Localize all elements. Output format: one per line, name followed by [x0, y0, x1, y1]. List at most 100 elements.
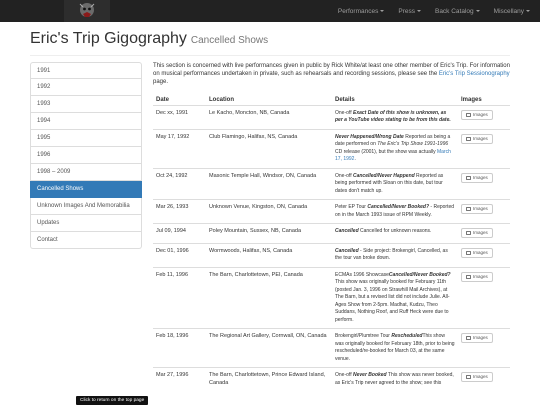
date-cell: Mar 26, 1993 [153, 199, 206, 224]
picture-icon [466, 112, 471, 117]
table-row: Mar 26, 1993 Unknown Venue, Kingston, ON,… [153, 199, 510, 224]
table-row: Dec xx, 1991 Le Kacho, Moncton, NB, Canad… [153, 104, 510, 129]
images-button[interactable]: Images [461, 109, 493, 120]
details-text: Cancelled [335, 228, 359, 234]
menu-label: Back Catalog [434, 7, 474, 15]
caret-down-icon [526, 10, 530, 12]
intro-paragraph: This section is concerned with live perf… [153, 62, 510, 86]
images-button[interactable]: Images [461, 247, 493, 258]
details-text: One-off [335, 109, 353, 116]
details-cell: Peter EP Tour Cancelled/Never Booked? - … [332, 199, 458, 224]
images-cell: Images [458, 223, 510, 243]
miscellany-menu[interactable]: Miscellany [494, 8, 530, 15]
menu-label: Press [398, 7, 415, 15]
date-cell: Feb 11, 1996 [153, 266, 206, 329]
menu-label: Miscellany [493, 7, 524, 15]
images-cell: Images [458, 128, 510, 168]
images-button-label: Images [473, 374, 488, 380]
images-button[interactable]: Images [461, 333, 493, 343]
press-menu[interactable]: Press [398, 8, 421, 15]
location-cell: Wormwoods, Halifax, NS, Canada [206, 242, 332, 267]
picture-icon [466, 375, 471, 379]
date-header: Date [153, 93, 206, 106]
back-catalog-menu[interactable]: Back Catalog [435, 8, 480, 15]
images-button[interactable]: Images [461, 228, 493, 238]
sidebar-item[interactable]: 1993 [30, 96, 142, 113]
picture-icon [466, 136, 471, 141]
date-cell: Dec 01, 1996 [153, 242, 206, 267]
images-cell: Images [458, 242, 510, 267]
date-cell: May 17, 1992 [153, 128, 206, 168]
location-cell: The Barn, Charlottetown, Prince Edward I… [206, 367, 332, 391]
band-logo[interactable] [64, 0, 110, 22]
images-header: Images [458, 93, 510, 106]
table-row: Feb 11, 1996 The Barn, Charlottetown, PEI… [153, 266, 510, 329]
details-text: Cancelled [335, 247, 359, 254]
location-cell: The Barn, Charlottetown, PEI, Canada [206, 266, 332, 329]
picture-icon [466, 336, 471, 340]
table-row: Dec 01, 1996 Wormwoods, Halifax, NS, Cana… [153, 242, 510, 267]
details-cell: One-off Cancelled/Never Happend Reported… [332, 167, 458, 200]
sidebar-nav: 1991 1992 1993 1994 1995 1996 1998 – 2009 Cance… [30, 62, 142, 249]
details-text: Never Happened/Wrong Date [335, 133, 404, 140]
picture-icon [466, 175, 471, 180]
main-content: This section is concerned with live perf… [153, 62, 510, 391]
images-button-label: Images [473, 135, 488, 141]
images-cell: Images [458, 199, 510, 224]
page-header: Eric's Trip Gigography Cancelled Shows [30, 30, 510, 56]
sidebar-item[interactable]: 1996 [30, 147, 142, 164]
sidebar-item[interactable]: 1994 [30, 113, 142, 130]
sidebar-item[interactable]: 1995 [30, 130, 142, 147]
location-cell: Club Flamingo, Halifax, NS, Canada [206, 128, 332, 168]
main-menu: Performances Press Back Catalog Miscella… [338, 0, 530, 22]
performances-menu[interactable]: Performances [337, 7, 385, 15]
intro-suffix: page. [153, 79, 169, 85]
back-to-top-tooltip[interactable]: Click to return on the top page [76, 396, 149, 405]
caret-down-icon [416, 10, 421, 12]
details-text: Cancelled/Never Booked? [367, 204, 430, 210]
picture-icon [466, 274, 471, 279]
details-text: Cancelled for unknown reasons. [358, 228, 432, 234]
location-header: Location [206, 93, 332, 106]
images-button-label: Images [473, 249, 488, 255]
table-row: Feb 18, 1996 The Regional Art Gallery, Co… [153, 328, 510, 368]
caret-down-icon [380, 10, 385, 12]
images-button[interactable]: Images [461, 133, 493, 144]
table-row: Mar 27, 1996 The Barn, Charlottetown, Pri… [153, 367, 510, 391]
images-button-label: Images [473, 111, 488, 117]
details-text: The Eric's Trip Show 1991-1996 [377, 141, 449, 147]
details-text: One-off [335, 372, 353, 378]
sidebar-item[interactable]: Cancelled Shows [30, 181, 142, 198]
details-cell: ECMAs 1996 ShowcaseCancelled/Never Booke… [332, 266, 458, 329]
date-cell: Dec xx, 1991 [153, 104, 206, 129]
images-cell: Images [458, 104, 510, 129]
table-row: Oct 24, 1992 Masonic Temple Hall, Windsor… [153, 167, 510, 200]
images-cell: Images [458, 367, 510, 391]
page-subtitle: Cancelled Shows [190, 35, 269, 46]
table-row: Jul 09, 1994 Poley Mountain, Sussex, NB, … [153, 223, 510, 243]
images-button[interactable]: Images [461, 172, 493, 183]
date-cell: Oct 24, 1992 [153, 167, 206, 200]
picture-icon [466, 231, 471, 235]
details-text: Peter EP Tour [335, 204, 368, 210]
picture-icon [466, 250, 471, 255]
images-button-label: Images [473, 273, 488, 279]
details-text: CD release (2001), but the show was actu… [335, 148, 437, 155]
sidebar-item[interactable]: Unknown Images And Memorabilia [30, 198, 142, 215]
images-button[interactable]: Images [461, 204, 493, 214]
sidebar-item[interactable]: 1998 – 2009 [30, 164, 142, 181]
location-cell: Poley Mountain, Sussex, NB, Canada [206, 223, 332, 243]
details-cell: Cancelled - Side project: Broken​girl, C… [332, 242, 458, 267]
sidebar-item[interactable]: 1991 [30, 62, 142, 79]
sidebar-item[interactable]: 1992 [30, 79, 142, 96]
sidebar-item[interactable]: Contact [30, 232, 142, 249]
table-header-row: Date Location Details Images [153, 93, 510, 106]
details-text: One-off [335, 172, 353, 179]
sidebar-item[interactable]: Updates [30, 215, 142, 232]
location-cell: Unknown Venue, Kingston, ON, Canada [206, 199, 332, 224]
images-button[interactable]: Images [461, 271, 493, 282]
menu-label: Performances [337, 7, 379, 15]
shows-table: Date Location Details Images Dec xx, 199… [153, 93, 510, 391]
sessionography-link[interactable]: Eric's Trip Sessionography [439, 71, 510, 77]
images-button[interactable]: Images [461, 372, 493, 382]
